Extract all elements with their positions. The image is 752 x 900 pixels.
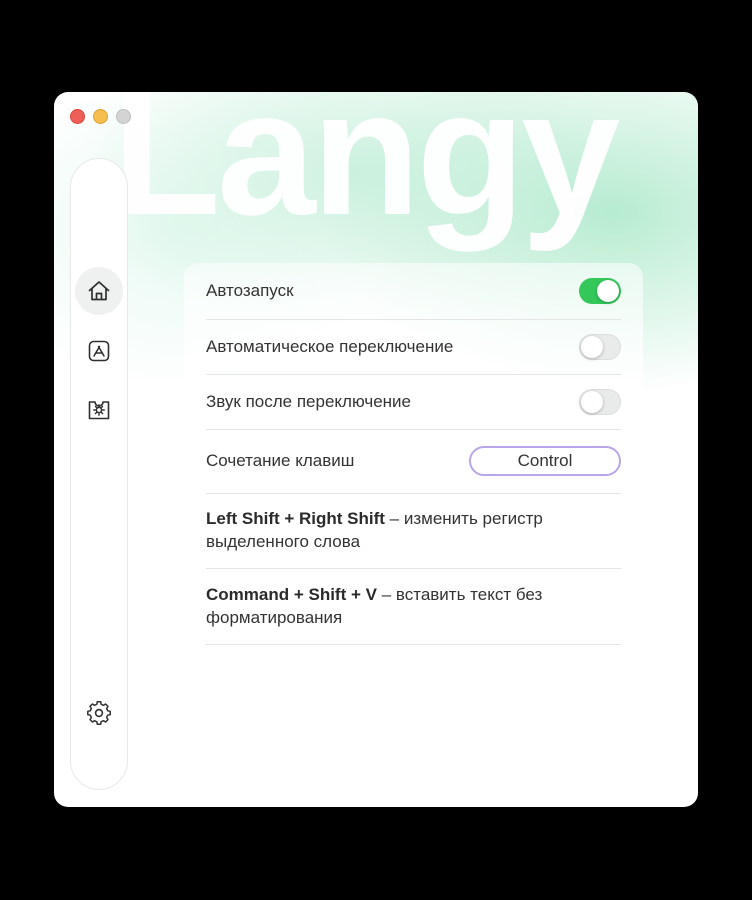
hotkey-label: Сочетание клавиш [206,451,355,470]
shortcut-separator: – [384,509,404,528]
window-controls [70,109,131,124]
autostart-toggle[interactable] [579,278,621,304]
app-store-icon [88,340,110,362]
sidebar-item-app-store[interactable] [75,327,123,375]
setting-row-hotkey: Сочетание клавиш Control [206,429,621,494]
auto-switch-toggle[interactable] [579,333,621,360]
sidebar [70,158,128,790]
setting-row-auto-switch: Автоматическое переключение [206,319,621,375]
minimize-window-button[interactable] [93,109,108,124]
shortcut-keys: Command + Shift + V [206,585,377,604]
maximize-window-button[interactable] [116,109,131,124]
setting-row-sound: Звук после переключение [206,374,621,430]
setting-row-autostart: Автозапуск [206,263,621,320]
sidebar-item-settings[interactable] [75,689,123,737]
app-window: Langy Автозапуск Автоматическое переключ… [54,92,698,807]
close-window-button[interactable] [70,109,85,124]
hotkey-button[interactable]: Control [469,446,621,476]
sidebar-item-plugin[interactable] [75,386,123,434]
home-icon [88,281,110,301]
shortcut-separator: – [376,585,396,604]
shortcut-keys: Left Shift + Right Shift [206,509,385,528]
brand-watermark: Langy [112,92,620,252]
plugin-icon [88,401,110,420]
auto-switch-label: Автоматическое переключение [206,336,454,356]
settings-panel: Автозапуск Автоматическое переключение З… [184,263,643,658]
sidebar-item-home[interactable] [75,267,123,315]
gear-icon [87,701,111,725]
shortcut-hint-paste: Command + Shift + V – вставить текст без… [206,569,621,645]
sound-after-switch-label: Звук после переключение [206,391,411,411]
sound-after-switch-toggle[interactable] [579,388,621,415]
shortcut-hint-case: Left Shift + Right Shift – изменить реги… [206,493,621,569]
autostart-label: Автозапуск [206,281,294,300]
